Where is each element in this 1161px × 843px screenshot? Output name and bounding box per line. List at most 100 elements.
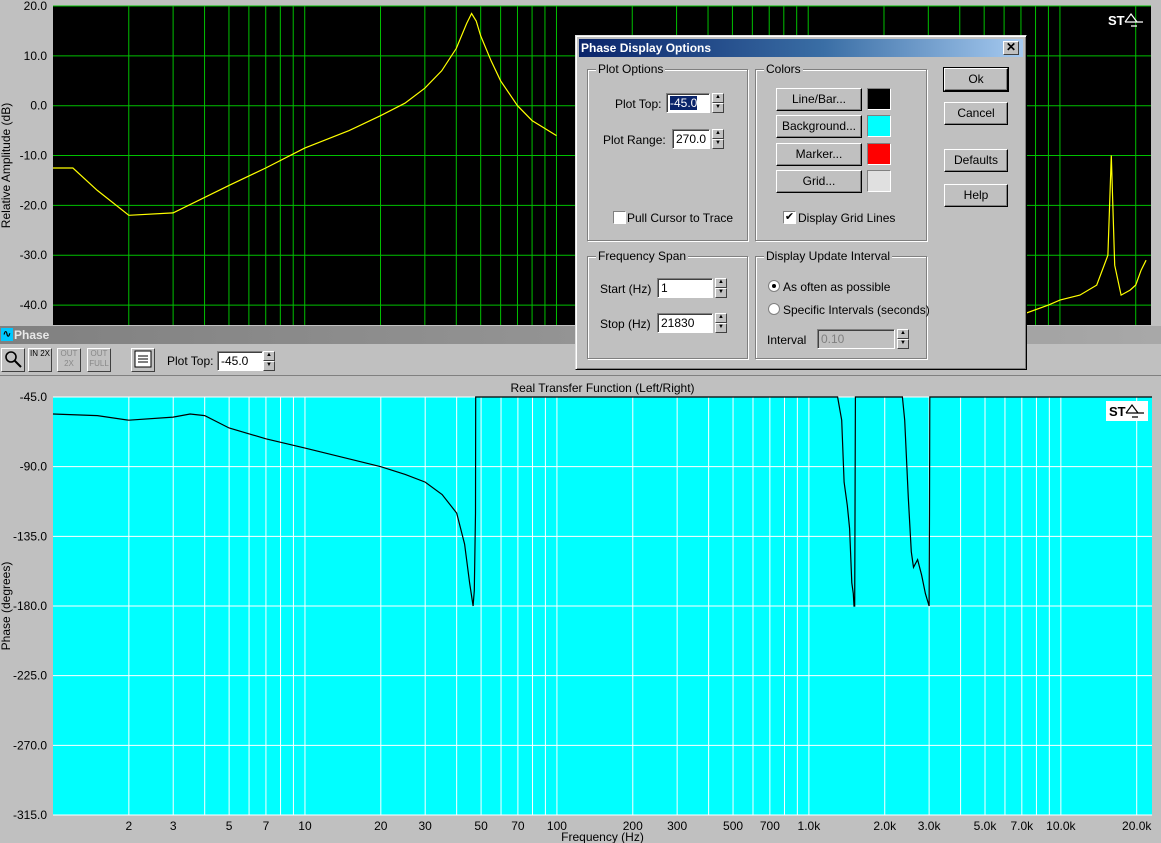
magnifier-icon <box>5 351 22 368</box>
zoom-in-icon: IN 2X <box>29 349 50 358</box>
y-axis-label: Phase (degrees) <box>0 562 13 651</box>
spin-up-icon[interactable]: ▲ <box>897 329 909 339</box>
toolbar-plot-top-input[interactable]: -45.0 <box>217 351 263 371</box>
specific-radio[interactable] <box>768 303 780 315</box>
zoom-in-2x-button[interactable]: IN 2X <box>28 348 52 372</box>
y-tick-label: -315.0 <box>13 808 47 822</box>
y-tick-label: -225.0 <box>13 669 47 683</box>
zoom-full-icon: OUT FULL <box>89 349 109 368</box>
start-hz-spinner[interactable]: ▲ ▼ <box>715 278 727 298</box>
phase-chart: -45.0 -90.0 -135.0 -180.0 -225.0 -270.0 -315.0… <box>0 381 1152 843</box>
frequency-span-group: Frequency Span Start (Hz) 1 ▲ ▼ Stop (Hz)… <box>587 249 748 359</box>
specific-radio-label: Specific Intervals (seconds) <box>783 303 930 317</box>
spin-up-icon[interactable]: ▲ <box>263 351 275 361</box>
pull-cursor-checkbox[interactable] <box>613 211 626 224</box>
plot-range-spinner[interactable]: ▲ ▼ <box>712 129 724 149</box>
logo-letters-icon: ST <box>1108 13 1125 28</box>
stop-hz-label: Stop (Hz) <box>600 317 651 331</box>
spin-up-icon[interactable]: ▲ <box>712 93 724 103</box>
x-tick-label: 5 <box>226 819 233 833</box>
stop-hz-input[interactable]: 21830 <box>657 313 713 333</box>
y-tick-label: 20.0 <box>24 0 48 13</box>
spin-down-icon[interactable]: ▼ <box>715 288 727 298</box>
x-tick-label: 50 <box>474 819 488 833</box>
x-tick-label: 5.0k <box>974 819 998 833</box>
start-hz-input[interactable]: 1 <box>657 278 713 298</box>
cancel-button[interactable]: Cancel <box>944 102 1008 125</box>
plot-options-group: Plot Options Plot Top: -45.0 ▲ ▼ Plot Ran… <box>587 62 748 241</box>
x-tick-label: 3 <box>170 819 177 833</box>
plot-top-spinner[interactable]: ▲ ▼ <box>712 93 724 113</box>
start-hz-label: Start (Hz) <box>600 282 652 296</box>
phase-window-icon: ∿ <box>1 328 13 341</box>
help-button[interactable]: Help <box>944 184 1008 207</box>
marker-color-swatch <box>867 143 891 165</box>
spin-down-icon[interactable]: ▼ <box>712 103 724 113</box>
y-tick-label: 0.0 <box>30 99 47 113</box>
chart-title: Real Transfer Function (Left/Right) <box>510 381 694 395</box>
y-tick-label: -20.0 <box>20 198 48 212</box>
toolbar-plot-top-spinner[interactable]: ▲ ▼ <box>263 351 275 371</box>
zoom-out-2x-button[interactable]: OUT 2X <box>57 348 81 372</box>
plot-range-label: Plot Range: <box>603 133 666 147</box>
often-radio-label: As often as possible <box>783 280 891 294</box>
display-grid-checkbox[interactable]: ✔ <box>783 211 796 224</box>
x-tick-label: 500 <box>723 819 743 833</box>
stop-hz-spinner[interactable]: ▲ ▼ <box>715 313 727 333</box>
interval-input[interactable]: 0.10 <box>817 329 895 349</box>
y-tick-label: 10.0 <box>24 49 48 63</box>
colors-group-label: Colors <box>764 62 803 76</box>
ok-button[interactable]: Ok <box>943 67 1009 92</box>
display-grid-label: Display Grid Lines <box>798 211 896 225</box>
zoom-out-icon: OUT 2X <box>60 349 78 368</box>
grid-color-swatch <box>867 170 891 192</box>
interval-spinner[interactable]: ▲ ▼ <box>897 329 909 349</box>
spin-up-icon[interactable]: ▲ <box>712 129 724 139</box>
x-tick-label: 7.0k <box>1010 819 1034 833</box>
y-tick-label: -270.0 <box>13 738 47 752</box>
options-button[interactable] <box>131 348 155 372</box>
st-logo-icon: ST <box>1106 401 1148 421</box>
y-tick-label: -10.0 <box>20 149 48 163</box>
plot-top-label: Plot Top: <box>615 97 662 111</box>
interval-label: Interval <box>767 333 807 347</box>
background-color-button[interactable]: Background... <box>776 115 862 138</box>
often-radio[interactable] <box>768 280 780 292</box>
y-tick-label: -180.0 <box>13 599 47 613</box>
st-logo-icon: ST <box>1108 13 1143 28</box>
grid-color-button[interactable]: Grid... <box>776 170 862 193</box>
spin-down-icon[interactable]: ▼ <box>263 361 275 371</box>
x-tick-label: 2 <box>126 819 133 833</box>
options-list-icon <box>134 350 152 368</box>
x-tick-label: 2.0k <box>873 819 897 833</box>
colors-group: Colors Line/Bar... Background... Marker.… <box>755 62 927 241</box>
x-tick-label: 20 <box>374 819 388 833</box>
marker-color-button[interactable]: Marker... <box>776 143 862 166</box>
line-bar-color-button[interactable]: Line/Bar... <box>776 88 862 111</box>
frequency-span-group-label: Frequency Span <box>596 249 689 263</box>
plot-top-value: -45.0 <box>670 96 698 110</box>
dialog-titlebar[interactable]: Phase Display Options ✕ <box>579 39 1023 57</box>
plot-range-input[interactable]: 270.0 <box>672 129 710 149</box>
x-tick-label: 3.0k <box>918 819 942 833</box>
y-tick-label: -90.0 <box>20 460 48 474</box>
update-interval-group: Display Update Interval As often as poss… <box>755 249 930 359</box>
defaults-button[interactable]: Defaults <box>944 149 1008 172</box>
x-tick-label: 300 <box>667 819 687 833</box>
close-icon[interactable]: ✕ <box>1003 41 1019 55</box>
x-tick-label: 30 <box>419 819 433 833</box>
spin-down-icon[interactable]: ▼ <box>715 323 727 333</box>
spin-up-icon[interactable]: ▲ <box>715 313 727 323</box>
x-tick-label: 20.0k <box>1122 819 1152 833</box>
spin-up-icon[interactable]: ▲ <box>715 278 727 288</box>
plot-options-group-label: Plot Options <box>596 62 666 76</box>
x-tick-label: 10.0k <box>1046 819 1076 833</box>
line-bar-color-swatch <box>867 88 891 110</box>
zoom-out-full-button[interactable]: OUT FULL <box>87 348 111 372</box>
x-tick-label: 700 <box>760 819 780 833</box>
spin-down-icon[interactable]: ▼ <box>712 139 724 149</box>
plot-top-input[interactable]: -45.0 <box>666 93 710 113</box>
spin-down-icon[interactable]: ▼ <box>897 339 909 349</box>
y-axis-label: Relative Amplitude (dB) <box>0 103 13 228</box>
zoom-magnifier-button[interactable] <box>1 348 25 372</box>
